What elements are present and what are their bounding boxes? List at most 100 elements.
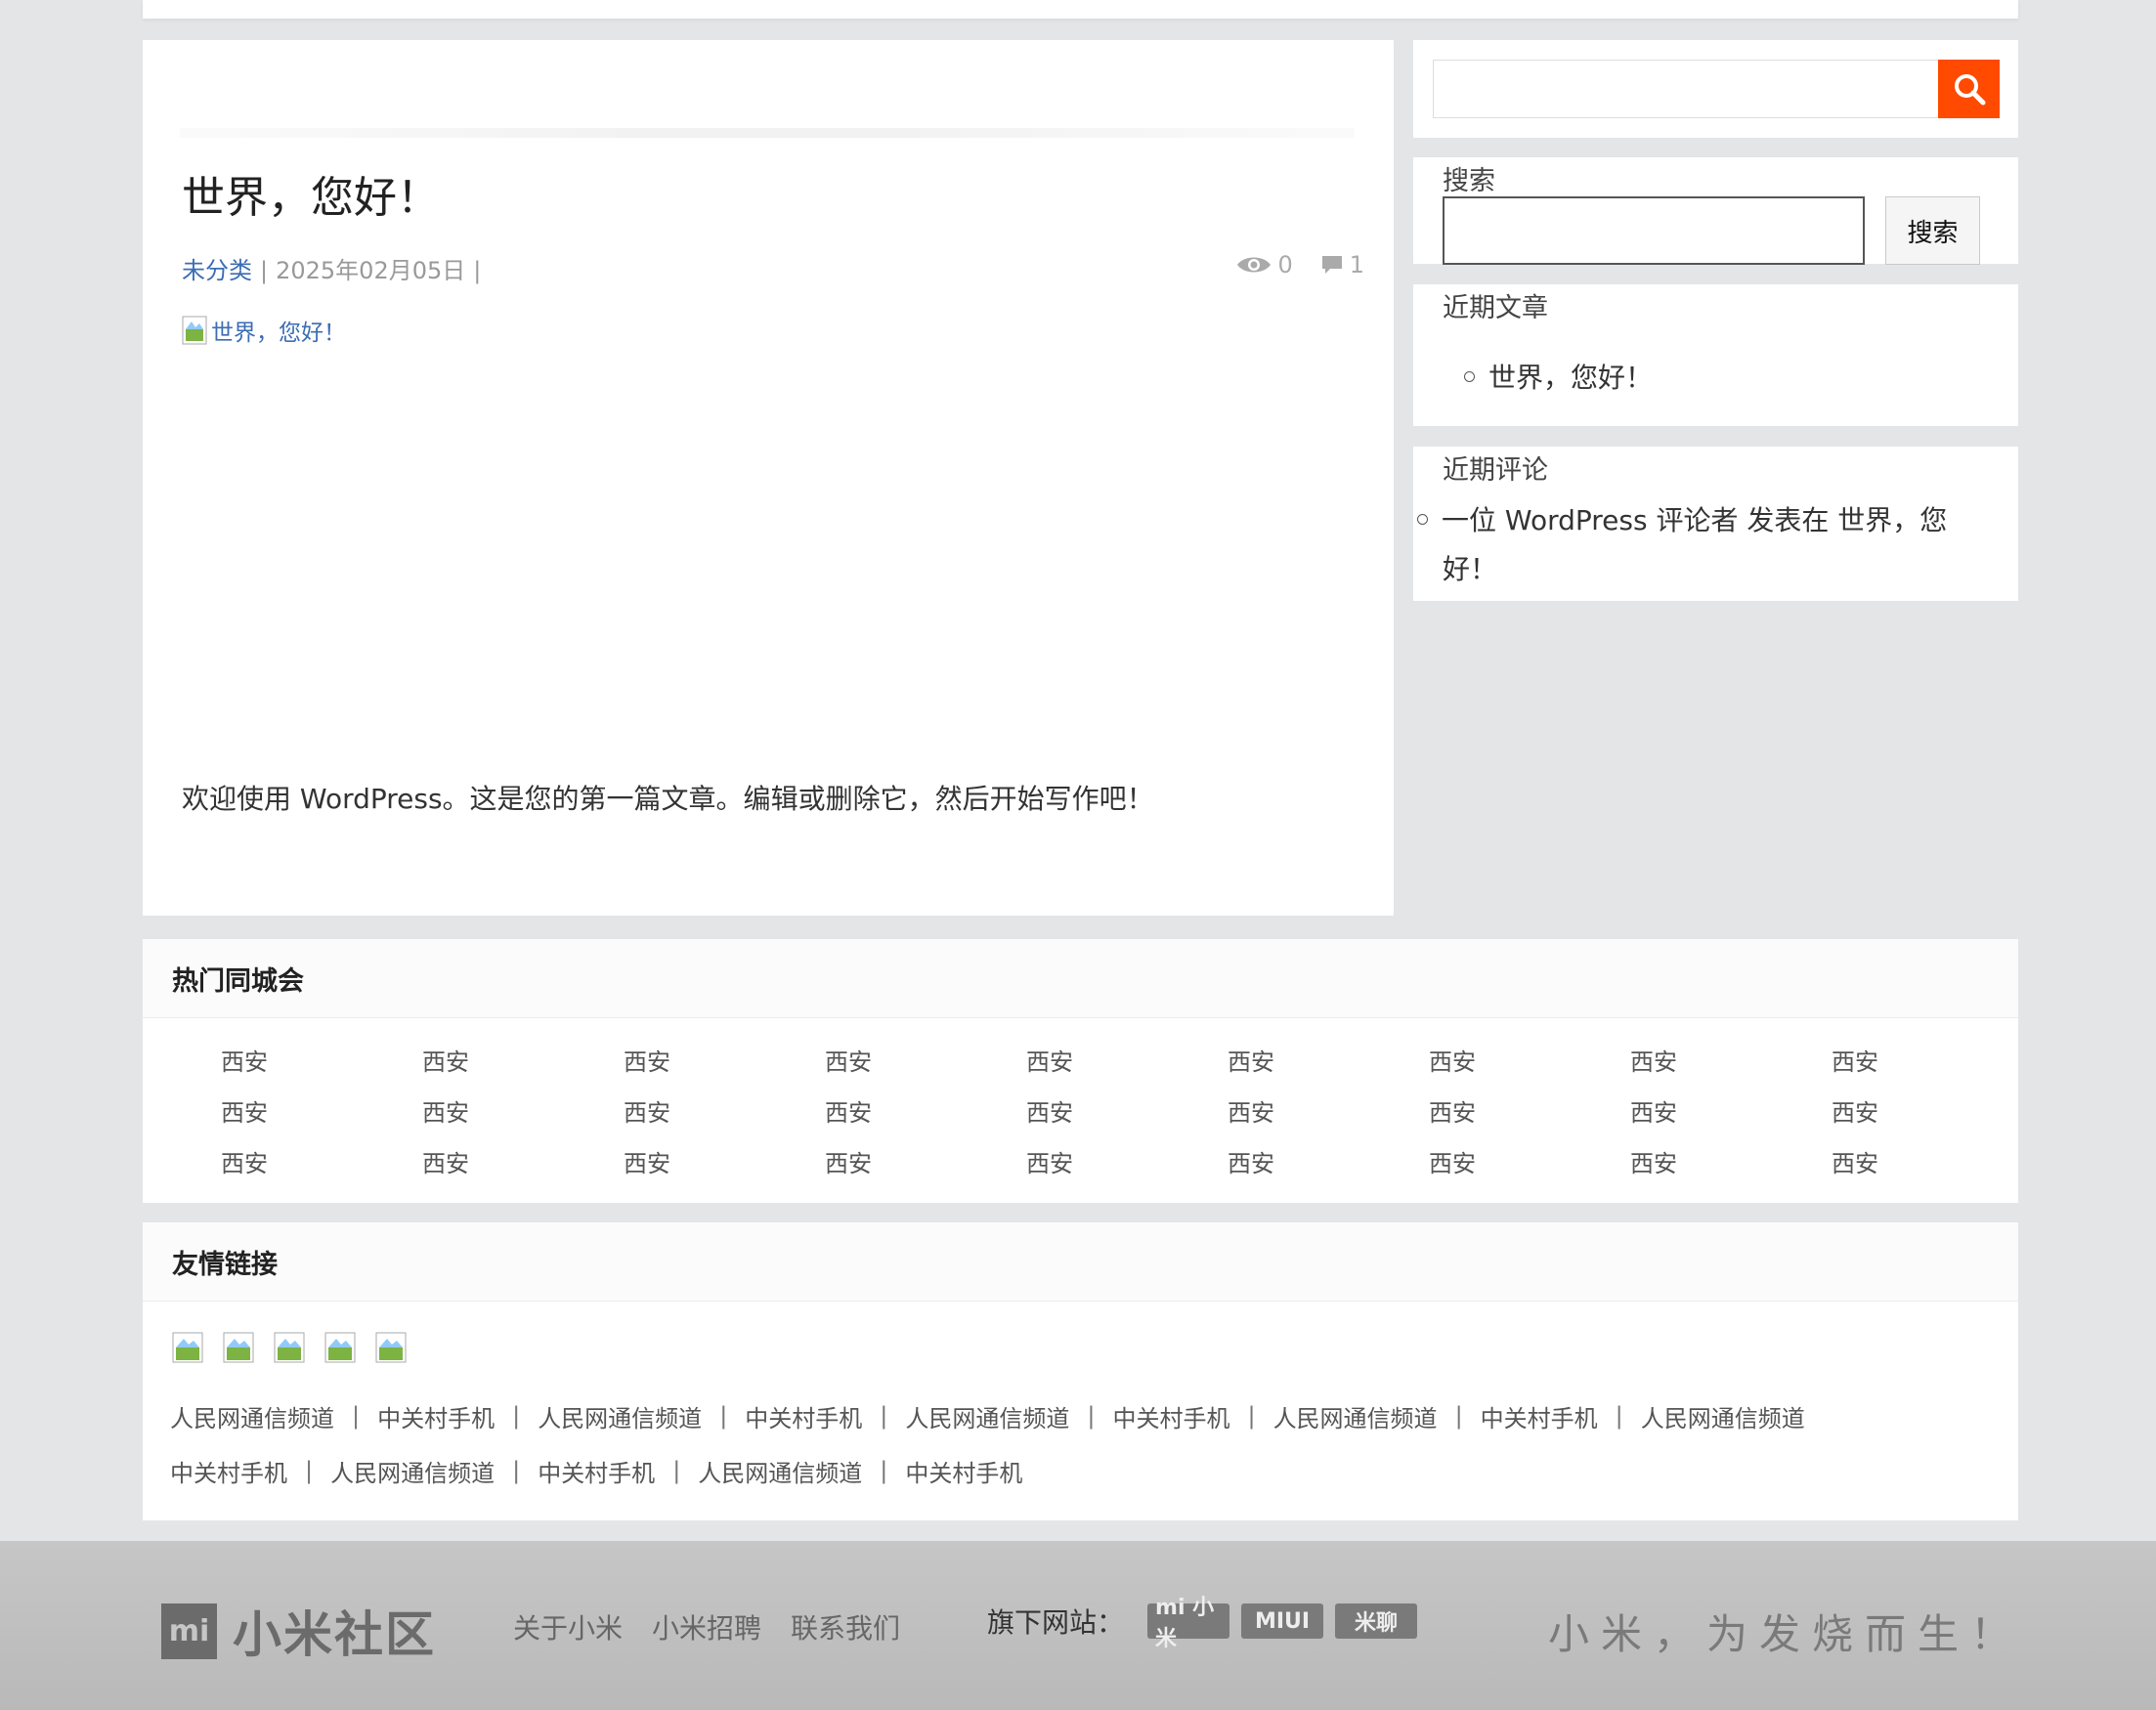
link-separator: |	[719, 1402, 728, 1430]
city-link[interactable]: 西安	[624, 1047, 825, 1078]
recent-comments-widget: 近期评论 一位 WordPress 评论者 发表在 世界，您 好！	[1413, 447, 2018, 601]
friend-link[interactable]: 人民网通信频道	[905, 1399, 1069, 1433]
city-link[interactable]: 西安	[1026, 1047, 1228, 1078]
footer-link-jobs[interactable]: 小米招聘	[652, 1607, 761, 1646]
recent-post-item[interactable]: 世界，您好！	[1464, 357, 1653, 396]
search-button[interactable]: 搜索	[1885, 196, 1980, 265]
hot-cities-title: 热门同城会	[143, 939, 2018, 1018]
post-image-alt: 世界，您好！	[211, 321, 346, 346]
city-link[interactable]: 西安	[825, 1047, 1026, 1078]
bullet	[1417, 513, 1428, 525]
city-link[interactable]: 西安	[1026, 1148, 1228, 1179]
post-card: 世界，您好！ 未分类 | 2025年02月05日 | 0 1 世界，您好！ 欢迎使用 …	[143, 40, 1394, 916]
friend-link[interactable]: 中关村手机	[1112, 1399, 1229, 1433]
post-category-link[interactable]: 未分类	[182, 257, 252, 284]
recent-post-link[interactable]: 世界，您好！	[1488, 362, 1653, 394]
city-link[interactable]: 西安	[825, 1097, 1026, 1129]
friend-links-title: 友情链接	[143, 1222, 2018, 1302]
search-widget-title: 搜索	[1443, 166, 1495, 196]
city-link[interactable]: 西安	[422, 1148, 624, 1179]
footer-logo[interactable]: mi 小米社区	[161, 1596, 436, 1666]
friend-link[interactable]: 人民网通信频道	[698, 1454, 862, 1488]
city-link[interactable]: 西安	[1429, 1097, 1630, 1129]
city-link[interactable]: 西安	[1228, 1047, 1429, 1078]
city-link[interactable]: 西安	[221, 1047, 422, 1078]
footer-slogan: 小米，为发烧而生！	[1547, 1610, 2023, 1658]
city-link[interactable]: 西安	[1429, 1148, 1630, 1179]
friend-link[interactable]: 中关村手机	[538, 1454, 655, 1488]
link-separator: |	[1087, 1402, 1096, 1430]
header-search-button[interactable]	[1938, 60, 2000, 118]
recent-comment-item[interactable]: 一位 WordPress 评论者 发表在 世界，您	[1417, 499, 1947, 538]
link-separator: |	[512, 1457, 521, 1484]
recent-comments-title: 近期评论	[1443, 455, 1548, 486]
broken-image-icon[interactable]	[324, 1332, 356, 1363]
footer-nav: 关于小米 小米招聘 联系我们	[513, 1607, 900, 1646]
meta-separator: |	[260, 257, 269, 284]
friend-link[interactable]: 中关村手机	[377, 1399, 495, 1433]
link-separator: |	[1247, 1402, 1256, 1430]
link-separator: |	[672, 1457, 681, 1484]
city-link[interactable]: 西安	[422, 1097, 624, 1129]
city-link[interactable]: 西安	[624, 1148, 825, 1179]
friend-link[interactable]: 人民网通信频道	[1641, 1399, 1805, 1433]
footer-link-about[interactable]: 关于小米	[513, 1607, 623, 1646]
friend-link[interactable]: 人民网通信频道	[538, 1399, 702, 1433]
post-meta: 未分类 | 2025年02月05日 |	[182, 251, 489, 285]
friend-link[interactable]: 中关村手机	[745, 1399, 862, 1433]
city-link[interactable]: 西安	[1630, 1047, 1832, 1078]
bullet	[1464, 370, 1475, 382]
city-link[interactable]: 西安	[1630, 1097, 1832, 1129]
city-link[interactable]: 西安	[1228, 1148, 1429, 1179]
link-separator: |	[1454, 1402, 1463, 1430]
city-link[interactable]: 西安	[1832, 1148, 2033, 1179]
friend-link[interactable]: 中关村手机	[905, 1454, 1022, 1488]
link-row: 人民网通信频道 | 中关村手机 | 人民网通信频道 | 中关村手机 | 人民网通信频道 | 中关村手…	[170, 1389, 1988, 1443]
city-link[interactable]: 西安	[1228, 1097, 1429, 1129]
views-count: 0	[1277, 251, 1293, 278]
site-badge-xiaomi[interactable]: mi 小米	[1147, 1596, 1230, 1651]
city-link[interactable]: 西安	[624, 1097, 825, 1129]
comments-count[interactable]: 1	[1350, 251, 1364, 278]
friend-link[interactable]: 中关村手机	[170, 1454, 287, 1488]
post-title[interactable]: 世界，您好！	[182, 162, 440, 225]
city-link[interactable]: 西安	[422, 1047, 624, 1078]
site-badge-miui[interactable]: MIUI	[1241, 1603, 1324, 1639]
site-badge-miliao[interactable]: 米聊	[1335, 1603, 1418, 1639]
mi-logo-icon: mi	[161, 1603, 217, 1659]
recent-posts-widget: 近期文章 世界，您好！	[1413, 284, 2018, 426]
city-link[interactable]: 西安	[1832, 1097, 2033, 1129]
link-separator: |	[512, 1402, 521, 1430]
recent-comment-text[interactable]: 一位 WordPress 评论者 发表在 世界，您	[1442, 504, 1947, 536]
footer-link-contact[interactable]: 联系我们	[791, 1607, 900, 1646]
friend-link[interactable]: 中关村手机	[1481, 1399, 1598, 1433]
city-link[interactable]: 西安	[1630, 1148, 1832, 1179]
friend-link[interactable]: 人民网通信频道	[1273, 1399, 1438, 1433]
friend-link[interactable]: 人民网通信频道	[330, 1454, 495, 1488]
search-widget: 搜索 搜索	[1413, 157, 2018, 265]
friend-link[interactable]: 人民网通信频道	[170, 1399, 334, 1433]
link-separator: |	[1615, 1402, 1623, 1430]
city-link[interactable]: 西安	[1429, 1047, 1630, 1078]
footer: mi 小米社区 关于小米 小米招聘 联系我们 旗下网站： mi 小米 MIUI …	[0, 1541, 2156, 1710]
search-input[interactable]	[1443, 196, 1865, 265]
recent-comment-item-cont[interactable]: 好！	[1443, 548, 1497, 587]
broken-image-icon[interactable]	[172, 1332, 203, 1363]
header-search-input[interactable]	[1433, 60, 1939, 118]
hot-cities-panel: 热门同城会 西安 西安 西安 西安 西安 西安 西安 西安 西安 西安 西安 西安 西安 西安 西安 西安 西安…	[143, 939, 2018, 1203]
post-image-link[interactable]: 世界，您好！	[182, 314, 346, 347]
meta-separator: |	[473, 257, 482, 284]
city-link[interactable]: 西安	[221, 1097, 422, 1129]
broken-image-icon[interactable]	[223, 1332, 254, 1363]
broken-image-icon[interactable]	[274, 1332, 305, 1363]
post-body: 欢迎使用 WordPress。这是您的第一篇文章。编辑或删除它，然后开始写作吧！	[182, 783, 1154, 815]
city-link[interactable]: 西安	[825, 1148, 1026, 1179]
logo-text: 小米社区	[233, 1606, 436, 1663]
friend-links-list: 人民网通信频道 | 中关村手机 | 人民网通信频道 | 中关村手机 | 人民网通信频道 | 中关村手…	[170, 1389, 1988, 1498]
city-link[interactable]: 西安	[221, 1148, 422, 1179]
city-link[interactable]: 西安	[1832, 1047, 2033, 1078]
friend-links-panel: 友情链接 人民网通信频道 | 中关村手机 | 人民网通信频道 | 中关村手机 | 人民网通信频道…	[143, 1222, 2018, 1520]
city-link[interactable]: 西安	[1026, 1097, 1228, 1129]
link-image-row	[172, 1332, 407, 1363]
broken-image-icon[interactable]	[375, 1332, 407, 1363]
